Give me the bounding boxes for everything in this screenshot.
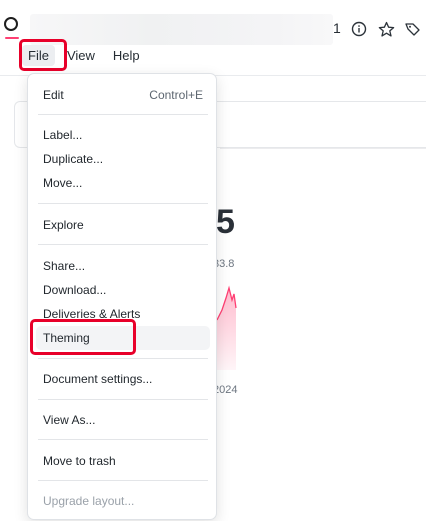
menu-item-move[interactable]: Move... (28, 171, 218, 195)
document-title-redacted (30, 14, 333, 45)
menu-item-move-to-trash[interactable]: Move to trash (28, 449, 218, 473)
content-divider (220, 148, 426, 149)
logo-accent (5, 37, 19, 39)
menu-item-move-to-trash-label: Move to trash (43, 454, 116, 468)
menu-item-move-label: Move... (43, 176, 83, 190)
menu-item-explore[interactable]: Explore (28, 213, 218, 237)
menu-separator (38, 358, 208, 359)
menu-help[interactable]: Help (107, 45, 146, 66)
menu-item-document-settings-label: Document settings... (43, 372, 153, 386)
file-menu-highlight (19, 39, 67, 71)
document-title-suffix: 1 (333, 20, 341, 36)
menu-item-download[interactable]: Download... (28, 278, 218, 302)
menu-item-view-as-label: View As... (43, 413, 96, 427)
menu-separator (38, 439, 208, 440)
menu-item-view-as[interactable]: View As... (28, 408, 218, 432)
theming-highlight (30, 319, 136, 355)
menu-item-edit[interactable]: Edit Control+E (28, 83, 218, 107)
menu-separator (38, 203, 208, 204)
menu-item-upgrade-layout-label: Upgrade layout... (43, 494, 135, 508)
info-icon[interactable] (350, 20, 368, 38)
menu-separator (38, 480, 208, 481)
menu-separator (38, 399, 208, 400)
file-dropdown-menu: Edit Control+E Label... Duplicate... Mov… (27, 73, 217, 520)
menu-item-edit-label: Edit (43, 88, 64, 102)
menu-separator (38, 244, 208, 245)
menu-item-share[interactable]: Share... (28, 254, 218, 278)
menu-item-document-settings[interactable]: Document settings... (28, 367, 218, 391)
menu-item-duplicate[interactable]: Duplicate... (28, 147, 218, 171)
menu-item-duplicate-label: Duplicate... (43, 152, 104, 166)
menu-item-upgrade-layout: Upgrade layout... (28, 489, 218, 513)
menu-item-label[interactable]: Label... (28, 123, 218, 147)
menu-item-share-label: Share... (43, 259, 86, 273)
tag-icon[interactable] (404, 20, 422, 38)
kpi-value: 5 (216, 203, 235, 241)
star-icon[interactable] (377, 20, 395, 38)
menu-item-label-text: Label... (43, 128, 83, 142)
menu-item-download-label: Download... (43, 283, 107, 297)
menu-item-explore-label: Explore (43, 218, 84, 232)
app-logo-icon[interactable] (4, 17, 18, 31)
menu-separator (38, 114, 208, 115)
menu-item-edit-shortcut: Control+E (149, 88, 203, 102)
